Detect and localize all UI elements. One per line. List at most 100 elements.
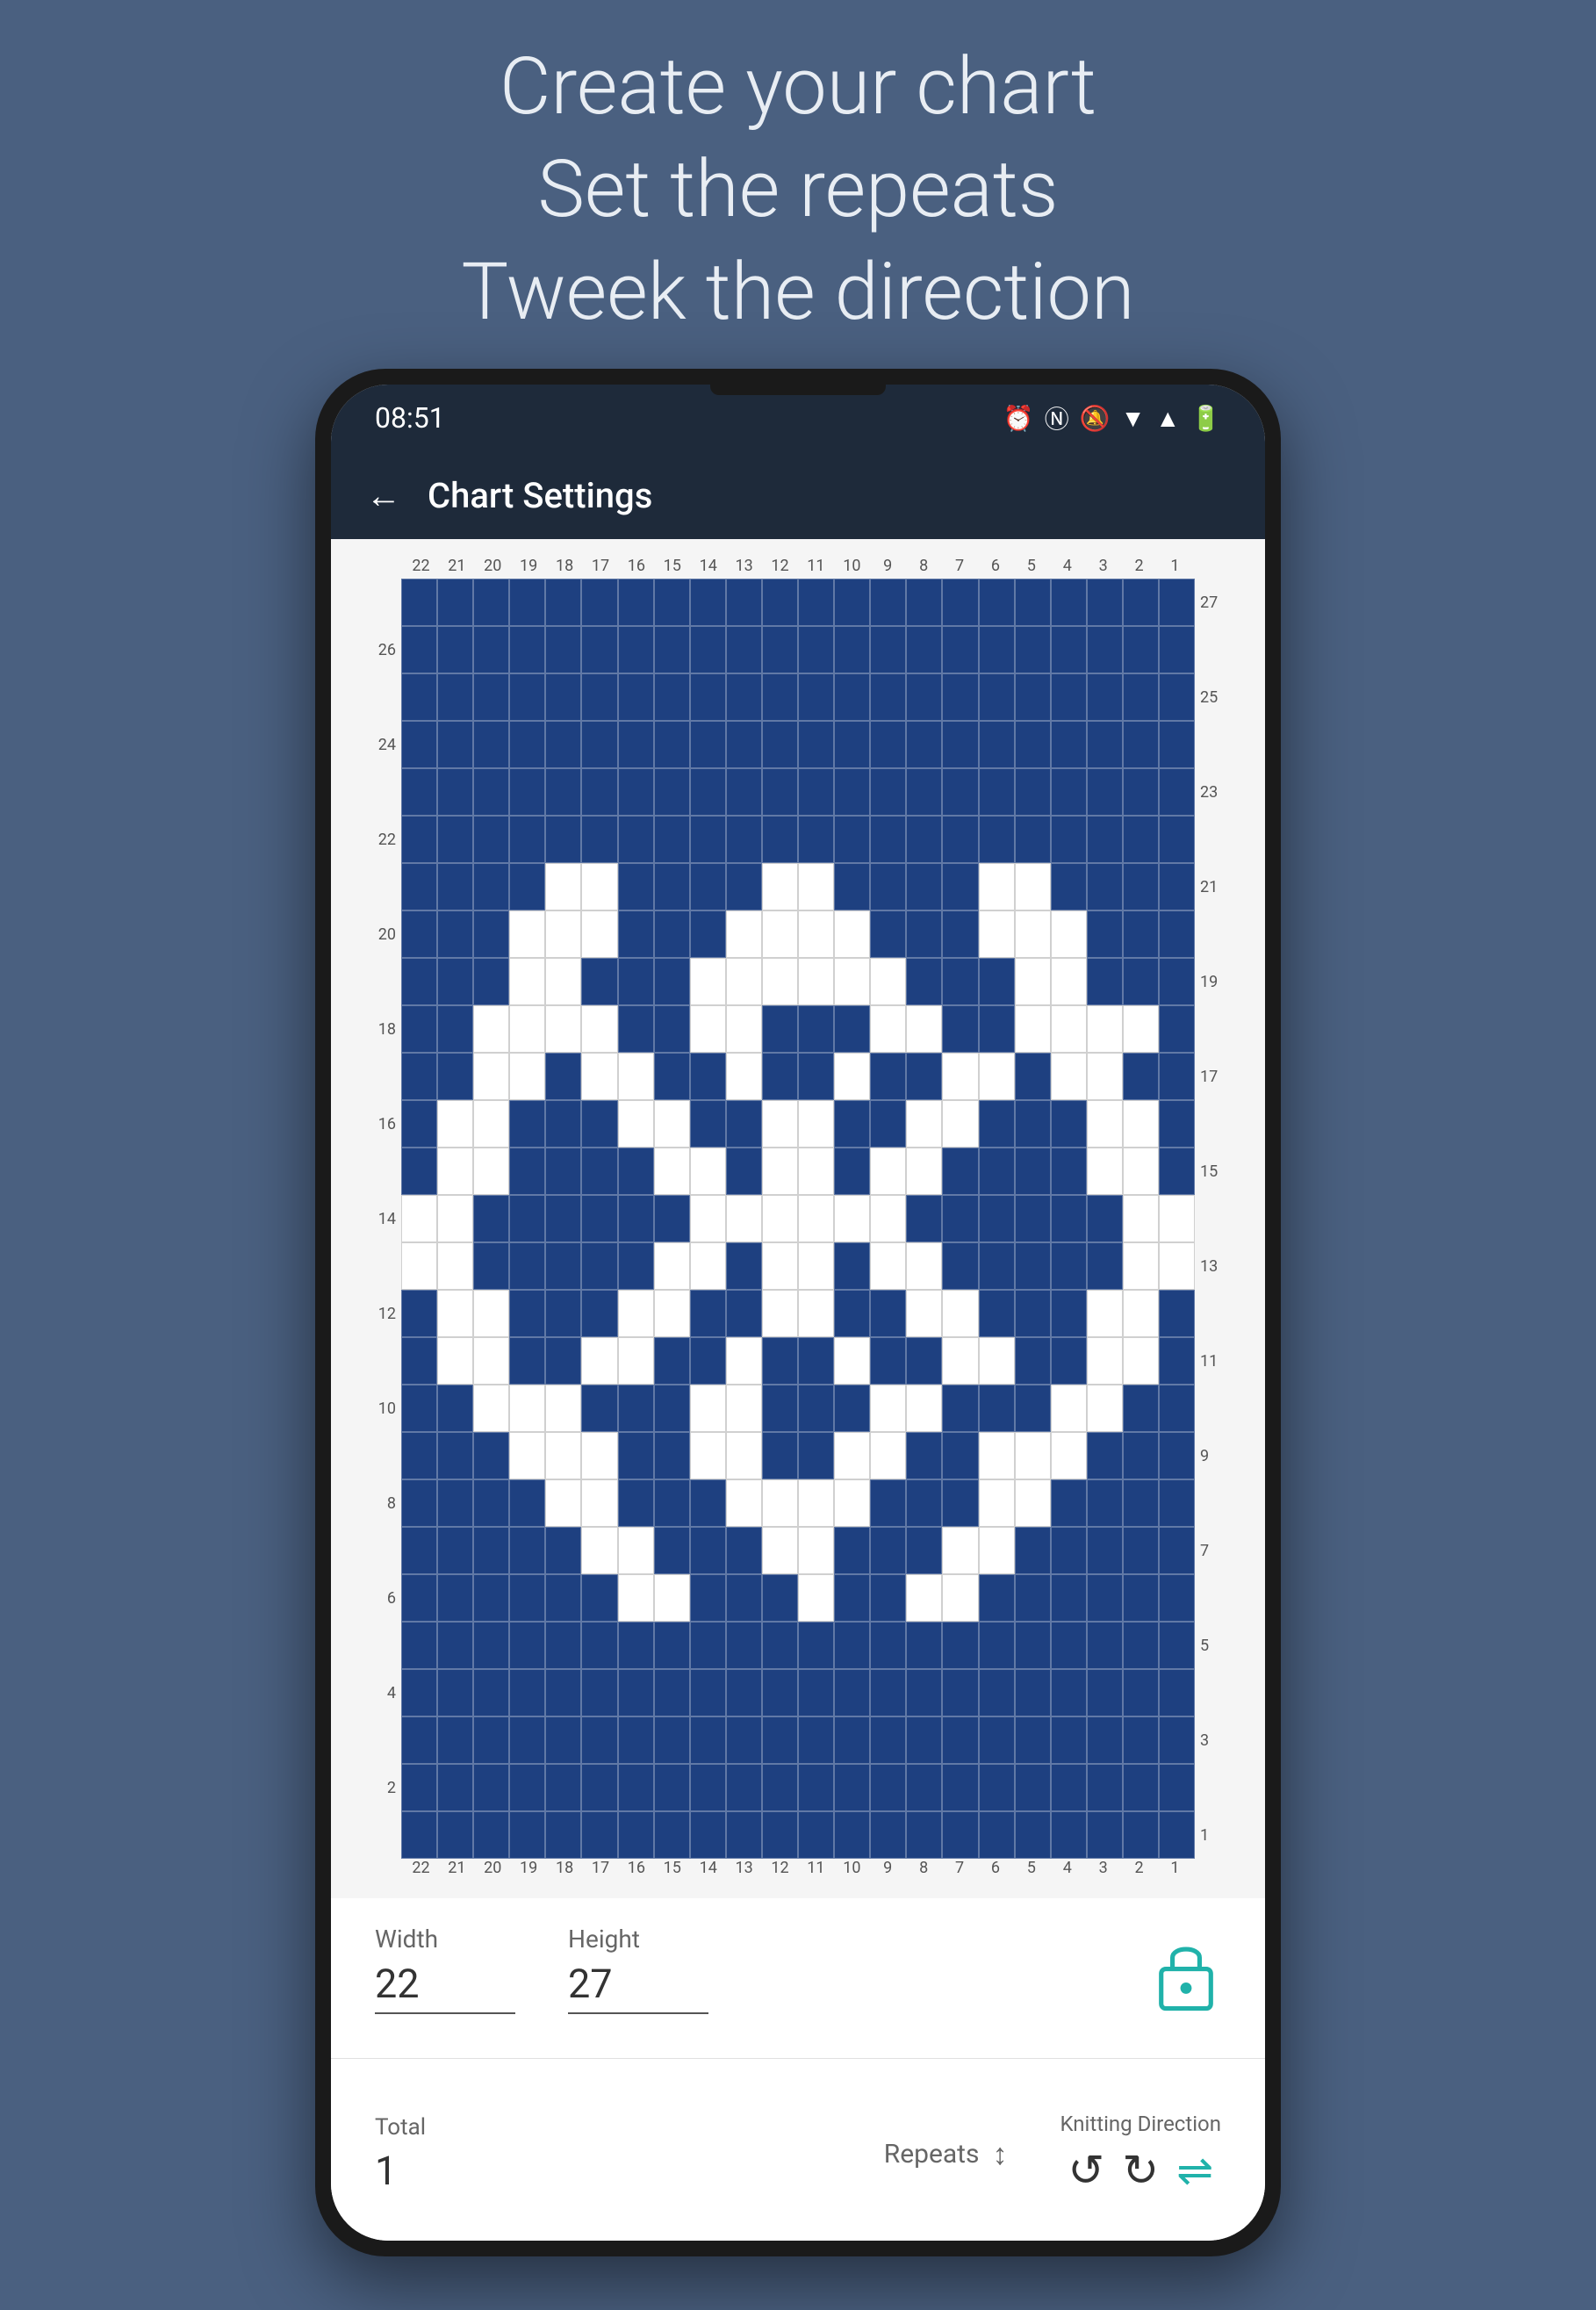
- grid-cell[interactable]: [1159, 579, 1195, 626]
- grid-cell[interactable]: [437, 816, 473, 863]
- grid-cell[interactable]: [726, 958, 762, 1005]
- grid-cell[interactable]: [762, 816, 798, 863]
- grid-cell[interactable]: [942, 1242, 978, 1290]
- grid-cell[interactable]: [654, 721, 690, 768]
- grid-cell[interactable]: [1123, 1100, 1159, 1148]
- grid-cell[interactable]: [834, 1053, 870, 1100]
- grid-cell[interactable]: [690, 1100, 726, 1148]
- grid-cell[interactable]: [942, 626, 978, 673]
- grid-cell[interactable]: [401, 816, 437, 863]
- grid-cell[interactable]: [1087, 1195, 1123, 1242]
- grid-cell[interactable]: [942, 910, 978, 958]
- grid-cell[interactable]: [979, 1669, 1015, 1716]
- grid-cell[interactable]: [654, 1527, 690, 1574]
- grid-cell[interactable]: [654, 1622, 690, 1669]
- grid-cell[interactable]: [979, 768, 1015, 816]
- grid-cell[interactable]: [1051, 1337, 1087, 1385]
- grid-cell[interactable]: [1123, 1432, 1159, 1479]
- grid-cell[interactable]: [437, 768, 473, 816]
- grid-cell[interactable]: [618, 1242, 654, 1290]
- grid-cell[interactable]: [834, 1005, 870, 1053]
- grid-cell[interactable]: [798, 1527, 834, 1574]
- grid-cell[interactable]: [1051, 1622, 1087, 1669]
- grid-cell[interactable]: [1051, 1764, 1087, 1811]
- grid-cell[interactable]: [690, 1669, 726, 1716]
- grid-cell[interactable]: [509, 1337, 545, 1385]
- grid-cell[interactable]: [726, 1764, 762, 1811]
- grid-cell[interactable]: [401, 1195, 437, 1242]
- grid-cell[interactable]: [1015, 1716, 1051, 1764]
- grid-cell[interactable]: [1015, 768, 1051, 816]
- grid-cell[interactable]: [798, 1242, 834, 1290]
- grid-cell[interactable]: [654, 1242, 690, 1290]
- grid-cell[interactable]: [437, 579, 473, 626]
- grid-cell[interactable]: [1123, 1527, 1159, 1574]
- grid-cell[interactable]: [581, 1385, 617, 1432]
- grid-cell[interactable]: [1015, 958, 1051, 1005]
- grid-cell[interactable]: [1159, 1290, 1195, 1337]
- grid-cell[interactable]: [942, 1479, 978, 1527]
- grid-cell[interactable]: [618, 721, 654, 768]
- grid-cell[interactable]: [942, 1574, 978, 1622]
- grid-cell[interactable]: [942, 958, 978, 1005]
- grid-cell[interactable]: [762, 1669, 798, 1716]
- grid-cell[interactable]: [690, 1764, 726, 1811]
- grid-cell[interactable]: [979, 1479, 1015, 1527]
- grid-cell[interactable]: [1051, 1290, 1087, 1337]
- grid-cell[interactable]: [834, 1148, 870, 1195]
- grid-cell[interactable]: [545, 1290, 581, 1337]
- grid-cell[interactable]: [581, 910, 617, 958]
- grid-cell[interactable]: [834, 721, 870, 768]
- grid-cell[interactable]: [1051, 1527, 1087, 1574]
- repeats-section[interactable]: Repeats ↕: [884, 2137, 1008, 2172]
- grid-cell[interactable]: [1087, 1242, 1123, 1290]
- grid-cell[interactable]: [401, 863, 437, 910]
- grid-cell[interactable]: [581, 626, 617, 673]
- grid-cell[interactable]: [726, 910, 762, 958]
- grid-cell[interactable]: [942, 768, 978, 816]
- grid-cell[interactable]: [437, 1574, 473, 1622]
- grid-cell[interactable]: [654, 1764, 690, 1811]
- grid-cell[interactable]: [979, 958, 1015, 1005]
- grid-cell[interactable]: [401, 1005, 437, 1053]
- grid-cell[interactable]: [401, 1479, 437, 1527]
- grid-cell[interactable]: [581, 721, 617, 768]
- grid-cell[interactable]: [1051, 1100, 1087, 1148]
- grid-cell[interactable]: [1159, 673, 1195, 721]
- grid-cell[interactable]: [618, 863, 654, 910]
- grid-cell[interactable]: [1015, 1527, 1051, 1574]
- grid-cell[interactable]: [906, 1385, 942, 1432]
- grid-cell[interactable]: [654, 579, 690, 626]
- grid-cell[interactable]: [509, 863, 545, 910]
- grid-cell[interactable]: [690, 1432, 726, 1479]
- grid-cell[interactable]: [1087, 1527, 1123, 1574]
- grid-cell[interactable]: [545, 1811, 581, 1859]
- grid-cell[interactable]: [401, 1053, 437, 1100]
- grid-cell[interactable]: [618, 1337, 654, 1385]
- grid-cell[interactable]: [1159, 1716, 1195, 1764]
- grid-cell[interactable]: [618, 1195, 654, 1242]
- grid-cell[interactable]: [545, 673, 581, 721]
- grid-cell[interactable]: [1123, 1669, 1159, 1716]
- grid-cell[interactable]: [979, 1195, 1015, 1242]
- grid-cell[interactable]: [690, 1716, 726, 1764]
- grid-cell[interactable]: [1015, 1479, 1051, 1527]
- grid-cell[interactable]: [437, 626, 473, 673]
- grid-cell[interactable]: [545, 1527, 581, 1574]
- grid-cell[interactable]: [870, 1005, 906, 1053]
- grid-cell[interactable]: [870, 1669, 906, 1716]
- grid-cell[interactable]: [979, 863, 1015, 910]
- grid-cell[interactable]: [618, 1385, 654, 1432]
- grid-cell[interactable]: [1051, 1242, 1087, 1290]
- grid-cell[interactable]: [870, 1527, 906, 1574]
- grid-cell[interactable]: [437, 863, 473, 910]
- grid-cell[interactable]: [618, 1669, 654, 1716]
- grid-cell[interactable]: [1087, 1290, 1123, 1337]
- grid-cell[interactable]: [762, 721, 798, 768]
- grid-cell[interactable]: [979, 1005, 1015, 1053]
- grid-cell[interactable]: [1015, 1053, 1051, 1100]
- grid-cell[interactable]: [545, 579, 581, 626]
- grid-cell[interactable]: [726, 1574, 762, 1622]
- grid-cell[interactable]: [473, 1053, 509, 1100]
- grid-cell[interactable]: [942, 863, 978, 910]
